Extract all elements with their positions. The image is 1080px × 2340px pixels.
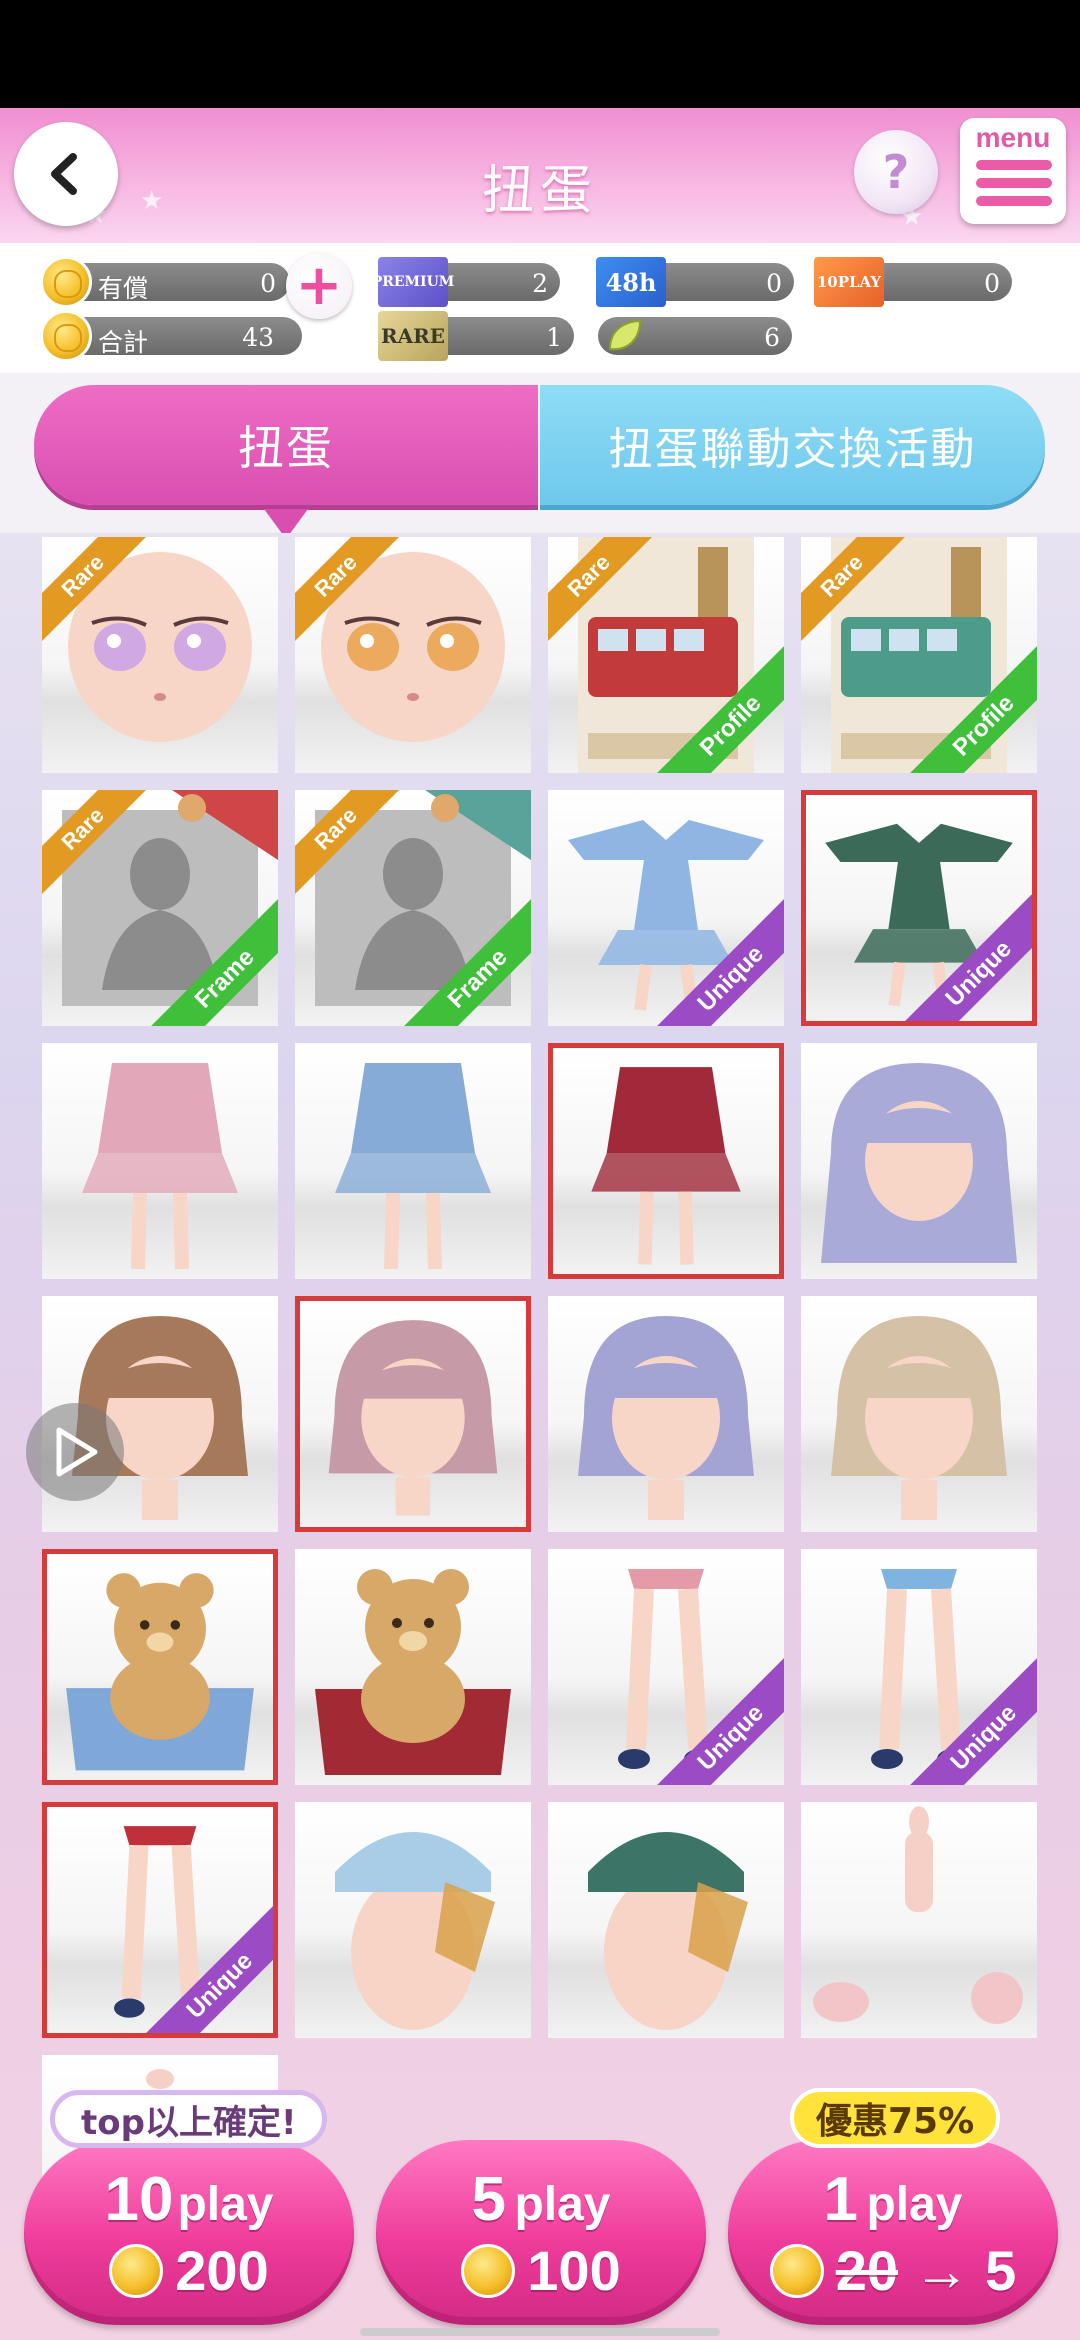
- play-1-count: 1: [823, 2165, 858, 2234]
- item-tile[interactable]: [801, 1043, 1037, 1279]
- premium-ticket-value: 2: [532, 269, 548, 298]
- premium-ticket-icon: PREMIUM: [372, 257, 454, 307]
- item-tile[interactable]: Rare Profile: [801, 537, 1037, 773]
- play-1-button[interactable]: 1 play 20 → 5: [728, 2140, 1058, 2325]
- paid-label: 有償: [98, 274, 149, 303]
- item-tile[interactable]: [295, 1549, 531, 1785]
- play-5-count: 5: [471, 2165, 506, 2234]
- item-tile[interactable]: [548, 1296, 784, 1532]
- home-indicator: [360, 2328, 720, 2336]
- play-1-new-price: 5: [985, 2239, 1017, 2302]
- tab-bar: 扭蛋 扭蛋聯動交換活動: [0, 373, 1080, 539]
- item-tile[interactable]: Rare Profile: [548, 537, 784, 773]
- item-tile[interactable]: [295, 1802, 531, 2038]
- floating-cursor-button[interactable]: [26, 1403, 124, 1501]
- item-tile[interactable]: Unique: [42, 1802, 278, 2038]
- item-thumbnail: [66, 1573, 254, 1771]
- item-tile[interactable]: Unique: [801, 1549, 1037, 1785]
- tab-gacha[interactable]: 扭蛋: [34, 385, 538, 539]
- item-tile[interactable]: [548, 1043, 784, 1279]
- 10play-ticket-value: 0: [984, 269, 1000, 298]
- menu-button[interactable]: menu: [960, 118, 1066, 224]
- play-10-button[interactable]: 10play 200: [24, 2140, 354, 2325]
- play-5-price: 100: [527, 2239, 621, 2302]
- menu-label: menu: [975, 122, 1051, 153]
- item-thumbnail: [831, 1316, 1007, 1520]
- item-thumbnail: [315, 1569, 511, 1775]
- item-thumbnail: [82, 1063, 238, 1270]
- add-coin-button[interactable]: +: [286, 253, 352, 319]
- help-icon: ?: [882, 145, 910, 199]
- 48h-ticket-value: 0: [766, 269, 782, 298]
- item-tile[interactable]: Rare Frame: [295, 790, 531, 1026]
- menu-icon: [976, 160, 1052, 214]
- item-tile[interactable]: Rare: [42, 537, 278, 773]
- item-tile[interactable]: [548, 1802, 784, 2038]
- 10play-ticket-icon: 10PLAY: [814, 257, 884, 307]
- item-thumbnail: [578, 1316, 754, 1520]
- paid-value: 0: [260, 269, 276, 298]
- header: ★ ★ ★ 扭蛋 ? menu: [0, 108, 1080, 243]
- item-thumbnail: [591, 1067, 741, 1265]
- coin-icon: [109, 2243, 164, 2298]
- rare-ticket-value: 1: [546, 323, 562, 352]
- 48h-ticket-icon: 48h: [596, 257, 666, 307]
- item-thumbnail: [335, 1832, 495, 2030]
- item-thumbnail: [813, 1806, 1023, 2024]
- guarantee-badge: top以上確定!: [50, 2090, 328, 2148]
- discount-badge: 優惠75%: [790, 2088, 1001, 2148]
- status-bar: [0, 0, 1080, 108]
- item-tile[interactable]: [42, 1043, 278, 1279]
- item-thumbnail: [825, 823, 1013, 1007]
- cursor-icon: [56, 1427, 98, 1477]
- total-value: 43: [242, 323, 274, 352]
- item-thumbnail: [618, 1569, 716, 1769]
- item-tile[interactable]: [42, 1549, 278, 1785]
- play-1-old-price: 20: [835, 2239, 898, 2302]
- leaf-icon: [604, 317, 644, 355]
- item-thumbnail: [328, 1320, 498, 1516]
- item-tile[interactable]: [801, 1802, 1037, 2038]
- coin-icon: [40, 256, 92, 308]
- play-10-count: 10: [104, 2165, 174, 2234]
- item-tile[interactable]: Unique: [548, 790, 784, 1026]
- coin-icon: [769, 2243, 824, 2298]
- item-thumbnail: [821, 1063, 1017, 1263]
- currency-panel: 有償 0 + 合計 43 2 PREMIUM 0 48h 0 10PLAY 1 …: [0, 243, 1080, 373]
- item-tile[interactable]: Unique: [548, 1549, 784, 1785]
- leaf-ticket-value: 6: [764, 323, 780, 352]
- item-tile[interactable]: Unique: [801, 790, 1037, 1026]
- play-10-word: play: [177, 2178, 274, 2231]
- item-thumbnail: [114, 1826, 208, 2018]
- item-thumbnail: [588, 1832, 748, 2030]
- play-5-word: play: [514, 2178, 611, 2231]
- play-5-button[interactable]: 5 play 100: [376, 2140, 706, 2325]
- item-tile[interactable]: Rare Frame: [42, 790, 278, 1026]
- coin-icon: [40, 310, 92, 362]
- item-thumbnail: [568, 820, 764, 1011]
- arrow-icon: →: [913, 2239, 970, 2302]
- play-1-word: play: [866, 2178, 963, 2231]
- rare-ticket-icon: RARE: [378, 311, 448, 361]
- tab-collab-exchange-event[interactable]: 扭蛋聯動交換活動: [540, 385, 1045, 505]
- help-button[interactable]: ?: [854, 130, 938, 214]
- coin-icon: [461, 2243, 516, 2298]
- item-tile[interactable]: [801, 1296, 1037, 1532]
- item-grid: Rare Rare Rare Profile Rare Profile Rare Frame R…: [0, 533, 1080, 2340]
- item-tile[interactable]: [295, 1296, 531, 1532]
- total-label: 合計: [98, 328, 149, 357]
- item-tile[interactable]: Rare: [295, 537, 531, 773]
- item-tile[interactable]: [295, 1043, 531, 1279]
- play-10-price: 200: [175, 2239, 269, 2302]
- item-thumbnail: [871, 1569, 969, 1769]
- item-thumbnail: [335, 1063, 491, 1270]
- plus-icon: +: [295, 253, 343, 318]
